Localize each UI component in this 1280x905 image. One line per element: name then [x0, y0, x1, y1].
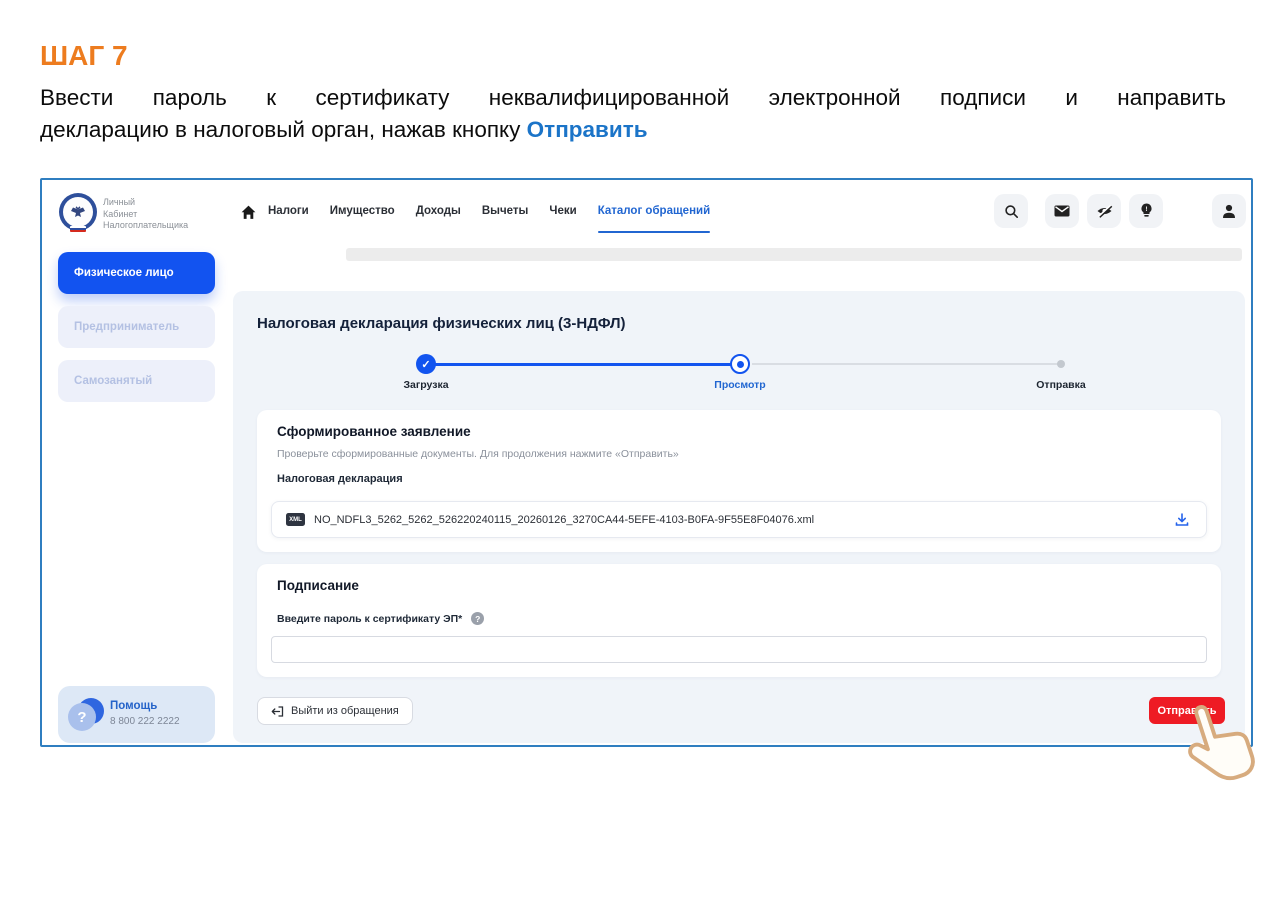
user-icon: [1222, 204, 1236, 219]
stepper-line-done: [434, 363, 732, 366]
portal-screenshot-frame: Личный Кабинет Налогоплательщика Налоги …: [40, 178, 1253, 747]
russian-flag-icon: [70, 226, 86, 232]
declaration-file-row: XML NO_NDFL3_5262_5262_526220240115_2026…: [271, 501, 1207, 538]
password-label: Введите пароль к сертификату ЭП*: [277, 613, 462, 625]
page-title: Налоговая декларация физических лиц (3-Н…: [257, 315, 625, 332]
step-current-icon: [730, 354, 750, 374]
sidebar-item-fizicheskoe-lico[interactable]: Физическое лицо: [58, 252, 215, 294]
hide-mode-button[interactable]: [1087, 194, 1121, 228]
question-circle-icon: ?: [68, 698, 104, 732]
scroll-shadow-strip: [346, 248, 1242, 261]
tips-button[interactable]: !: [1129, 194, 1163, 228]
application-card-title: Сформированное заявление: [277, 424, 471, 439]
step-label-prosmotr: Просмотр: [714, 379, 765, 391]
step-description-line1: Ввести пароль к сертификату неквалифицир…: [40, 82, 1226, 114]
step-pending-icon: [1057, 360, 1065, 368]
svg-text:!: !: [1145, 206, 1147, 213]
step-description: Ввести пароль к сертификату неквалифицир…: [40, 82, 1226, 146]
exit-icon: [271, 706, 284, 717]
declaration-panel: Налоговая декларация физических лиц (3-Н…: [233, 291, 1245, 743]
exit-request-label: Выйти из обращения: [291, 705, 399, 717]
certificate-password-input[interactable]: [271, 636, 1207, 663]
lightbulb-icon: !: [1140, 203, 1153, 219]
download-button[interactable]: [1172, 510, 1192, 530]
eye-off-icon: [1096, 204, 1113, 218]
xml-file-icon: XML: [286, 513, 305, 526]
nav-item-katalog-obrashcheniy[interactable]: Каталог обращений: [598, 205, 710, 217]
home-icon[interactable]: [238, 202, 258, 222]
sidebar-item-samozanyatyy[interactable]: Самозанятый: [58, 360, 215, 402]
application-card-subtitle: Проверьте сформированные документы. Для …: [277, 448, 679, 460]
exit-request-button[interactable]: Выйти из обращения: [257, 697, 413, 725]
fns-eagle-icon: [63, 197, 93, 227]
file-section-label: Налоговая декларация: [277, 473, 403, 485]
nav-item-imushchestvo[interactable]: Имущество: [330, 205, 395, 217]
application-card: Сформированное заявление Проверьте сформ…: [257, 410, 1221, 552]
nav-item-nalogi[interactable]: Налоги: [268, 205, 309, 217]
step-description-line2: декларацию в налоговый орган, нажав кноп…: [40, 114, 1226, 146]
fns-logo: [59, 193, 97, 231]
sidebar-item-predprinimatel[interactable]: Предприниматель: [58, 306, 215, 348]
step-title: ШАГ 7: [40, 40, 128, 72]
stepper-line-todo: [752, 363, 1058, 365]
download-icon: [1174, 512, 1190, 528]
profile-button[interactable]: [1212, 194, 1246, 228]
search-icon: [1004, 204, 1019, 219]
help-phone: 8 800 222 2222: [110, 716, 180, 727]
step-done-icon: ✓: [416, 354, 436, 374]
mail-icon: [1054, 205, 1070, 217]
signing-card-title: Подписание: [277, 578, 359, 593]
step-label-otpravka: Отправка: [1036, 379, 1085, 391]
signing-card: Подписание Введите пароль к сертификату …: [257, 564, 1221, 677]
main-nav: Налоги Имущество Доходы Вычеты Чеки Ката…: [268, 205, 710, 217]
help-title: Помощь: [110, 700, 157, 712]
tutorial-page: ШАГ 7 Ввести пароль к сертификату неквал…: [0, 0, 1280, 905]
nav-item-dokhody[interactable]: Доходы: [416, 205, 461, 217]
submit-keyword-highlight: Отправить: [527, 117, 648, 142]
logo-caption: Личный Кабинет Налогоплательщика: [103, 197, 188, 232]
search-button[interactable]: [994, 194, 1028, 228]
step-label-zagruzka: Загрузка: [403, 379, 448, 391]
help-card[interactable]: ? Помощь 8 800 222 2222: [58, 686, 215, 743]
file-name: NO_NDFL3_5262_5262_526220240115_20260126…: [314, 514, 814, 526]
help-tooltip-icon[interactable]: ?: [471, 612, 484, 625]
nav-item-vychety[interactable]: Вычеты: [482, 205, 529, 217]
messages-button[interactable]: [1045, 194, 1079, 228]
portal-header: Личный Кабинет Налогоплательщика Налоги …: [42, 180, 1251, 244]
nav-item-cheki[interactable]: Чеки: [549, 205, 576, 217]
